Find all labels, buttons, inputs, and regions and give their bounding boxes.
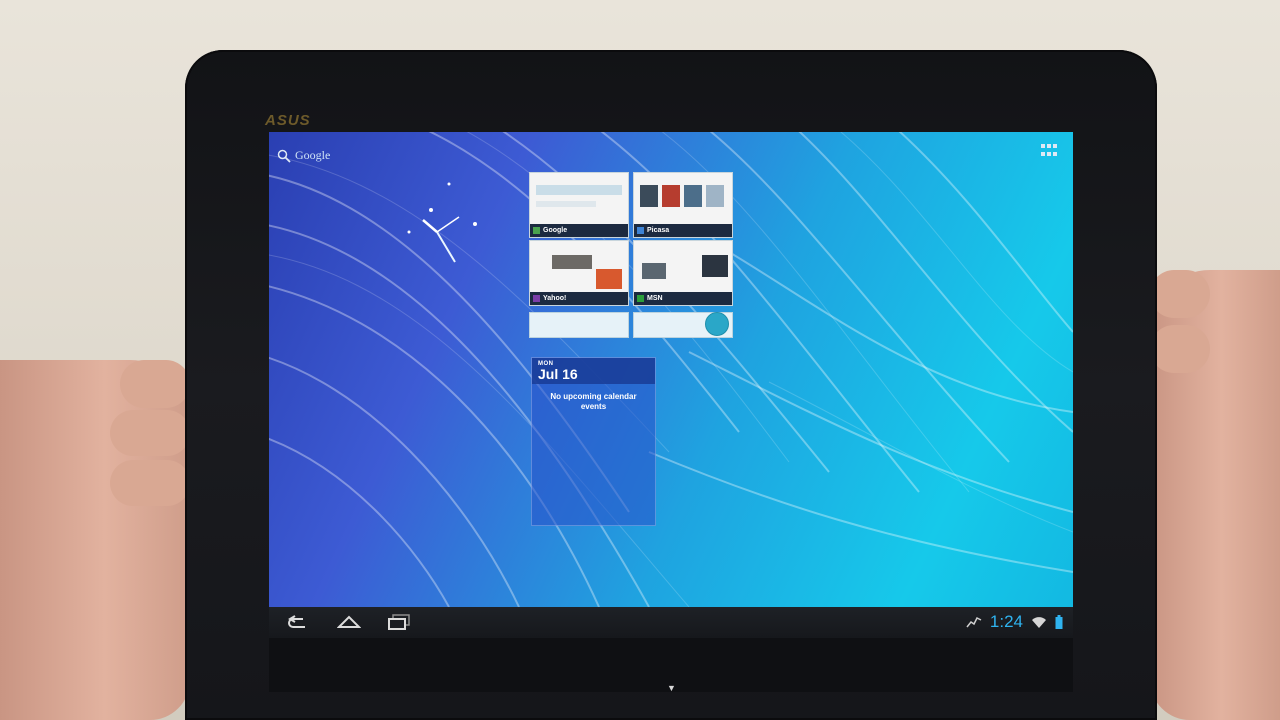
brand-logo: ASUS [265,112,311,129]
analog-clock-icon[interactable] [379,162,499,282]
bookmark-thumbnail[interactable]: Picasa [633,172,733,238]
bookmark-label: Yahoo! [543,295,567,302]
google-search-bar[interactable]: Google [277,148,330,163]
wifi-icon [1032,617,1046,628]
bookmark-label: Google [543,227,568,234]
status-clock: 1:24 [989,612,1023,631]
status-area[interactable]: 1:24 [966,612,1063,632]
search-icon [277,149,291,163]
recent-apps-icon[interactable] [387,613,411,631]
apps-grid-icon[interactable] [1041,144,1059,158]
tablet-device: ASUS Google Google Picasa Yahoo! MSN MON… [185,50,1157,720]
calendar-header: MON Jul 16 [532,358,655,384]
battery-icon [1055,615,1063,629]
chevron-down-icon: ▼ [667,683,676,693]
system-bar: 1:24 [269,607,1073,638]
activity-icon [966,616,982,628]
left-hand [0,360,190,720]
bookmark-stack [529,312,734,338]
home-screen: Google Google Picasa Yahoo! MSN MON Jul … [269,132,1073,692]
bookmark-thumbnail[interactable]: MSN [633,240,733,306]
browser-bookmarks-widget[interactable]: Google Picasa Yahoo! MSN [529,172,734,340]
home-icon[interactable] [337,613,361,631]
calendar-widget[interactable]: MON Jul 16 No upcoming calendar events [531,357,656,526]
bookmark-thumbnail[interactable]: Yahoo! [529,240,629,306]
calendar-empty-message: No upcoming calendar events [550,392,637,411]
right-hand [1150,270,1280,720]
bookmark-label: MSN [647,295,663,302]
back-icon[interactable] [285,613,309,631]
search-label: Google [295,148,331,162]
calendar-date: Jul 16 [538,366,578,382]
bookmark-label: Picasa [647,227,670,234]
bookmark-thumbnail[interactable]: Google [529,172,629,238]
